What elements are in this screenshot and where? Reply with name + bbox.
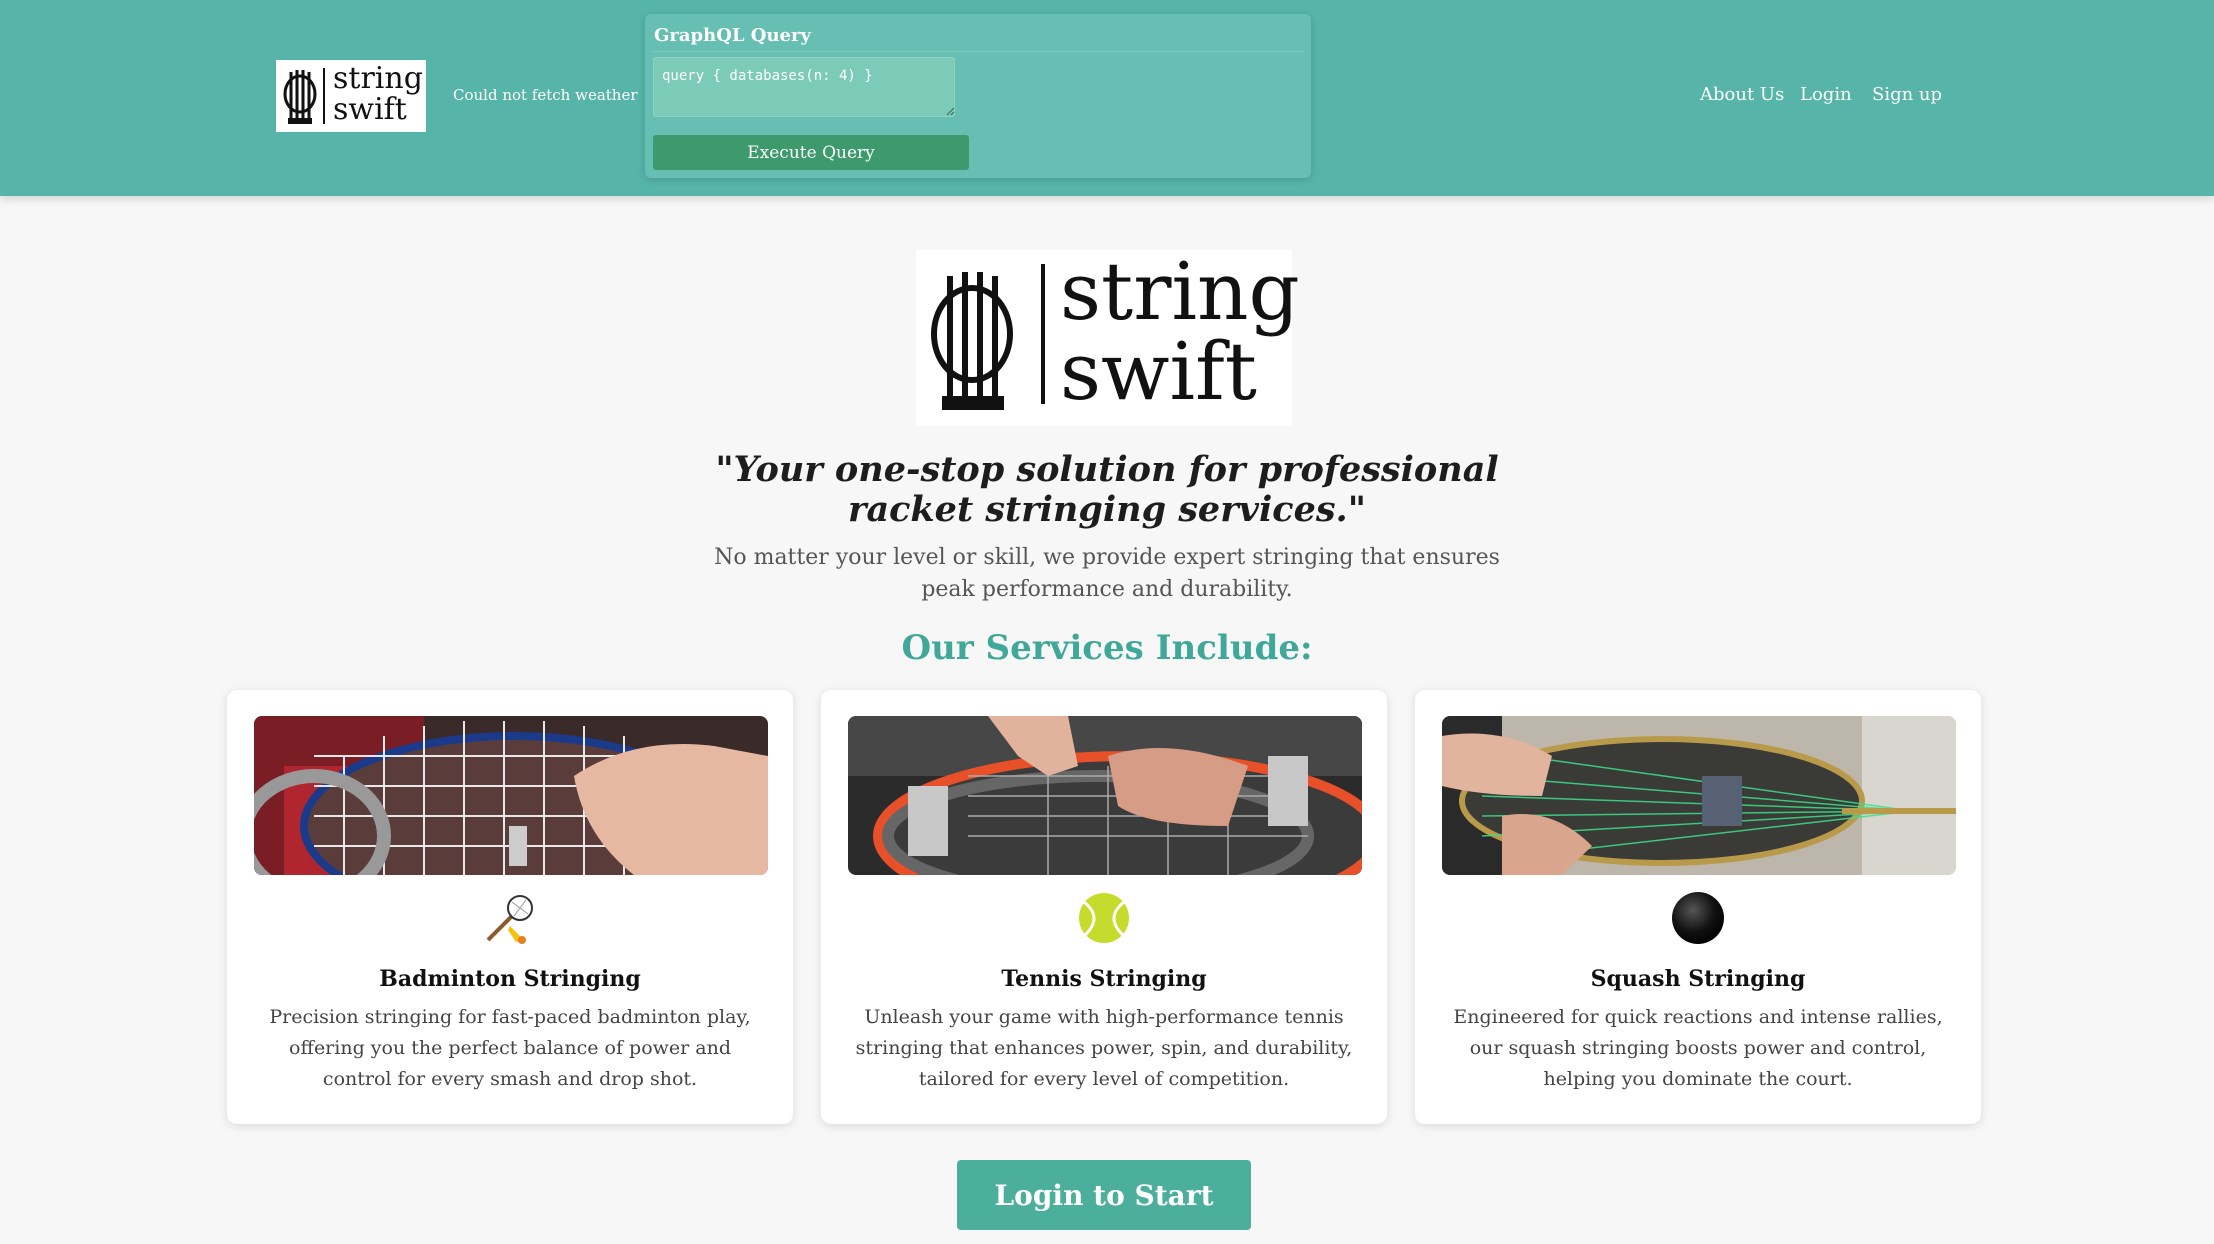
login-to-start-button[interactable]: Login to Start [957,1160,1251,1230]
card-title: Badminton Stringing [379,966,641,992]
racket-logo-icon [283,70,317,124]
card-description: Engineered for quick reactions and inten… [1453,1006,1943,1090]
hero-subtitle: No matter your level or skill, we provid… [714,545,1500,602]
graphql-panel: GraphQL Query Execute Query [645,14,1311,178]
logo-line-1: string [1060,245,1300,338]
logo-text: string swift [1060,252,1300,412]
badminton-stringing-photo [254,716,768,875]
service-card-squash: Squash Stringing Engineered for quick re… [1415,690,1981,1124]
squash-ball-icon [1672,892,1724,944]
logo-divider [1041,264,1045,404]
graphql-title: GraphQL Query [654,25,811,46]
logo-line-1: string [333,61,423,96]
hero-tagline: "Your one-stop solution for professional… [715,449,1499,530]
services-heading: Our Services Include: [901,628,1313,668]
logo-divider [323,68,325,124]
resize-handle-icon[interactable] [945,106,955,116]
service-card-badminton: Badminton Stringing Precision stringing … [227,690,793,1124]
tennis-ball-icon [1079,893,1129,943]
header-logo[interactable]: string swift [276,60,426,132]
racket-logo-icon [931,272,1013,410]
card-description: Unleash your game with high-performance … [855,1006,1353,1090]
badminton-icon [486,895,533,944]
weather-status: Could not fetch weather [453,86,638,104]
logo-text: string swift [333,63,423,125]
service-card-tennis: Tennis Stringing Unleash your game with … [821,690,1387,1124]
card-description: Precision stringing for fast-paced badmi… [269,1006,751,1090]
graphql-divider [653,51,1303,52]
squash-stringing-photo [1442,716,1956,875]
graphql-query-input[interactable] [653,57,955,117]
card-title: Squash Stringing [1590,966,1806,992]
nav-login[interactable]: Login [1800,84,1852,105]
card-title: Tennis Stringing [1001,966,1207,992]
tennis-stringing-photo [848,716,1362,875]
hero-logo: string swift [916,250,1300,426]
logo-line-2: swift [1060,325,1257,418]
nav-about-us[interactable]: About Us [1700,84,1784,105]
logo-line-2: swift [333,92,407,127]
execute-query-button[interactable]: Execute Query [653,135,969,170]
nav-sign-up[interactable]: Sign up [1872,84,1942,105]
site-header: string swift Could not fetch weather Gra… [0,0,2214,196]
